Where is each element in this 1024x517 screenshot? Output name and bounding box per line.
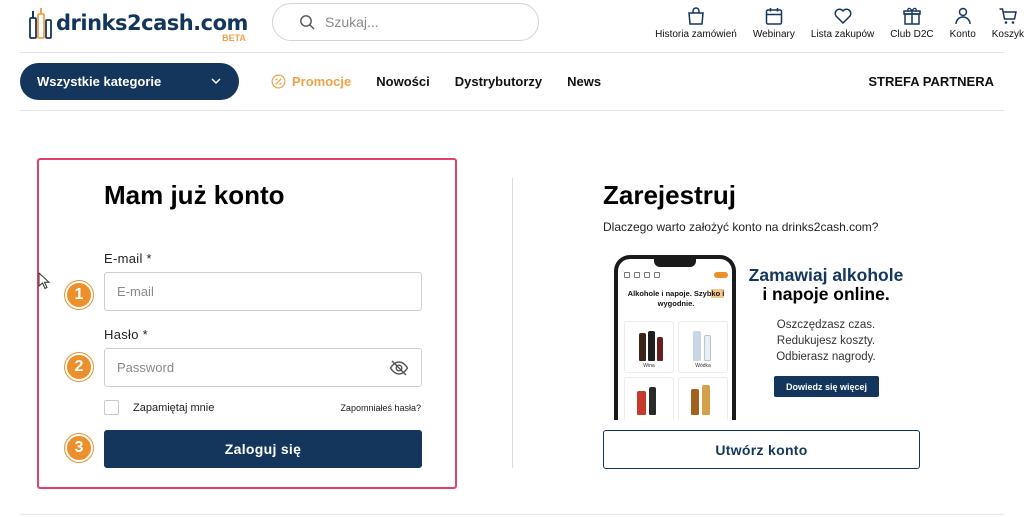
header-actions: Historia zamówień Webinary Lista zakupów… [639, 6, 1024, 40]
register-subtitle: Dlaczego warto założyć konto na drinks2c… [603, 220, 879, 234]
all-categories-button[interactable]: Wszystkie kategorie [20, 63, 239, 100]
partner-zone-link[interactable]: STREFA PARTNERA [868, 74, 994, 89]
bag-icon [688, 7, 704, 25]
promo-heading-line2: i napoje online. [762, 284, 890, 304]
main-nav: Promocje Nowości Dystrybutorzy News [271, 74, 626, 89]
create-account-button[interactable]: Utwórz konto [603, 430, 920, 469]
logo-text: drinks2cash.com [56, 11, 248, 35]
step-badge-2: 2 [65, 353, 93, 381]
nav-promotions[interactable]: Promocje [271, 74, 351, 89]
heart-icon [834, 8, 852, 25]
promo-heading-line1: Zamawiaj alkohole [748, 265, 904, 285]
email-input[interactable] [117, 284, 377, 299]
eye-slash-icon[interactable] [389, 359, 409, 377]
phone-tile-wine-label: Wina [643, 363, 655, 369]
search-icon [300, 15, 315, 30]
login-button[interactable]: Zaloguj się [104, 430, 422, 468]
phone-notch [654, 259, 696, 267]
webinars-link[interactable]: Webinary [753, 6, 795, 40]
logo[interactable]: drinks2cash.com BETA [28, 6, 248, 43]
mouse-pointer-icon [38, 272, 50, 290]
cart-label: Koszyk [991, 29, 1024, 40]
club-d2c-label: Club D2C [890, 29, 934, 40]
shopping-list-link[interactable]: Lista zakupów [811, 6, 874, 40]
footer-divider [20, 514, 1004, 515]
nav-divider [20, 110, 1004, 111]
section-divider [512, 178, 513, 468]
phone-tile-wine: Wina [624, 321, 674, 373]
benefit-item: Odbierasz nagrody. [776, 351, 876, 363]
club-d2c-link[interactable]: Club D2C [890, 6, 934, 40]
phone-tile-vodka: Wódka [678, 321, 728, 373]
account-label: Konto [949, 29, 976, 40]
benefit-item: Redukujesz koszty. [776, 335, 876, 347]
password-input[interactable] [117, 360, 377, 375]
gift-icon [903, 7, 921, 25]
remember-me[interactable]: Zapamiętaj mnie [104, 400, 214, 415]
chevron-down-icon [211, 78, 221, 85]
percent-badge-icon [271, 74, 286, 89]
phone-headline-a: Alkohole i napoje. Szyb [627, 289, 712, 298]
phone-tile-beer [624, 377, 674, 420]
email-field[interactable] [104, 272, 422, 311]
register-title: Zarejestruj [603, 180, 736, 210]
password-field[interactable] [104, 348, 422, 387]
phone-headline-highlight: ko i [711, 289, 725, 298]
remember-me-checkbox[interactable] [104, 400, 119, 415]
search-input[interactable] [325, 14, 525, 30]
promo-benefits: Oszczędzasz czas. Redukujesz koszty. Odb… [746, 317, 906, 365]
learn-more-button[interactable]: Dowiedz się więcej [774, 376, 879, 397]
promo-heading: Zamawiaj alkohole i napoje online. [746, 266, 906, 304]
remember-me-label: Zapamiętaj mnie [133, 401, 215, 414]
logo-beta-badge: BETA [222, 33, 246, 43]
user-icon [954, 7, 971, 25]
phone-headline: Alkohole i napoje. Szybko i wygodnie. [624, 289, 728, 309]
calendar-icon [765, 8, 783, 25]
account-link[interactable]: Konto [950, 6, 976, 40]
login-title: Mam już konto [104, 180, 285, 210]
email-label: E-mail * [104, 251, 152, 266]
cart-icon [999, 8, 1017, 24]
phone-toolbar [624, 271, 728, 279]
phone-headline-b: wygodnie. [657, 299, 695, 308]
forgot-password-link[interactable]: Zapomniałeś hasła? [340, 403, 421, 413]
step-badge-1: 1 [65, 281, 93, 309]
header-divider [20, 52, 1004, 53]
phone-mockup-image: Alkohole i napoje. Szybko i wygodnie. Wi… [614, 255, 736, 420]
phone-tile-vodka-label: Wódka [695, 363, 711, 369]
login-page: drinks2cash.com BETA Historia zamówień W… [0, 0, 1024, 517]
nav-new[interactable]: Nowości [376, 74, 429, 89]
search-bar[interactable] [272, 3, 539, 41]
step-badge-3: 3 [65, 434, 93, 462]
benefit-item: Oszczędzasz czas. [776, 319, 876, 331]
nav-news[interactable]: News [567, 74, 601, 89]
cart-link[interactable]: Koszyk [992, 6, 1024, 40]
order-history-link[interactable]: Historia zamówień [655, 6, 737, 40]
order-history-label: Historia zamówień [655, 29, 737, 40]
password-label: Hasło * [104, 327, 149, 342]
phone-tile-spirits [678, 377, 728, 420]
bottles-logo-icon [29, 8, 52, 39]
shopping-list-label: Lista zakupów [810, 29, 875, 40]
all-categories-label: Wszystkie kategorie [37, 74, 162, 89]
webinars-label: Webinary [752, 29, 795, 40]
nav-distributors[interactable]: Dystrybutorzy [455, 74, 542, 89]
nav-promotions-label: Promocje [292, 74, 352, 89]
